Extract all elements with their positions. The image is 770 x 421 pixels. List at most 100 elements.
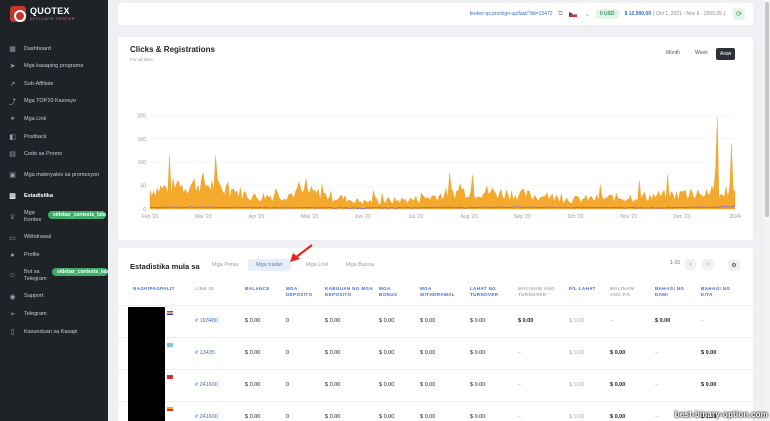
support-icon: ◉	[9, 293, 16, 301]
x-tick-label: Jul '23	[409, 214, 424, 220]
cell-link[interactable]: # 241600	[195, 382, 218, 388]
trend-icon: ⤴	[9, 98, 16, 106]
telegram-icon: ➢	[9, 311, 16, 319]
statistics-card: Estadistika mula sa Mga Petsa Mga trader…	[118, 248, 753, 421]
col-balance: BALANCE	[245, 286, 270, 291]
period-week[interactable]: Week	[691, 48, 712, 58]
x-tick-label: May '23	[301, 214, 319, 220]
sidebar-item-promo-materials[interactable]: ▣ Mga materyales sa promosyon	[0, 163, 108, 187]
sidebar-item-statistics[interactable]: ▥ Estadistika	[0, 187, 108, 205]
y-tick-label: 0	[143, 207, 146, 213]
col-link-id: LINK ID	[195, 286, 215, 291]
cell-balance: $ 0.00	[245, 414, 261, 420]
cell-link[interactable]: # 193480	[195, 318, 218, 324]
send-icon: ➤	[9, 63, 16, 71]
wallet-icon: ▭	[9, 234, 16, 242]
sidebar-item-telegram[interactable]: ➢ Telegram	[0, 306, 108, 324]
cell-clear-turnover: –	[518, 382, 522, 388]
col-turnover: LAHAT NG TURNOVER	[470, 286, 499, 297]
copy-icon[interactable]: ⧉	[559, 11, 563, 18]
pager-prev-icon[interactable]: ‹	[685, 259, 696, 270]
table-row: # 241600 $ 0.00 0 $ 0.00 $ 0.00 $ 0.00 $ 0.00 –…	[118, 369, 753, 401]
cell-link[interactable]: # 241600	[195, 414, 218, 420]
balance-value: $ 12,990.09	[624, 11, 652, 17]
tab-traders[interactable]: Mga trader	[248, 259, 291, 271]
link-icon: ⚭	[9, 116, 16, 124]
sidebar-item-links[interactable]: ⚭ Mga Link	[0, 110, 108, 128]
cell-balance: $ 0.00	[245, 350, 261, 356]
sidebar-item-promo-code[interactable]: ▤ Code sa Promo	[0, 146, 108, 164]
cell-pl: $ 0.00	[569, 414, 585, 420]
y-tick-label: 200	[138, 113, 147, 119]
sidebar-item-telegram-bot[interactable]: ☺ Bot sa Telegram sidebar_contests_lab	[0, 264, 108, 288]
table-row: # 193480 $ 0.00 0 $ 0.00 $ 0.00 $ 0.00 $ 0.00 $…	[118, 305, 753, 337]
scrollbar[interactable]	[764, 0, 770, 421]
sidebar: QUOTEX AFFILIATE CENTER ▦ Dashboard ➤ Mga …	[0, 0, 108, 421]
pager-next-icon[interactable]: ›	[702, 259, 713, 270]
referral-link[interactable]: broker-qx.pro/sign-up/fast/?lid=13472	[470, 11, 553, 17]
cell-share-vol: –	[655, 350, 659, 356]
y-tick-label: 50	[140, 184, 146, 190]
x-tick-label: Nov '23	[620, 214, 637, 220]
cell-pl: $ 0.00	[569, 382, 585, 388]
period-day[interactable]: Araw	[716, 48, 736, 60]
sidebar-item-dashboard[interactable]: ▦ Dashboard	[0, 40, 108, 58]
cell-dep-total: $ 0.00	[325, 350, 341, 356]
scrollbar-thumb[interactable]	[765, 2, 769, 217]
balance-range: ( Oct 1, 2021 - Nov 6 - 2006.05 )	[653, 11, 725, 17]
x-tick-label: Aug '23	[461, 214, 478, 220]
brand-subtitle: AFFILIATE CENTER	[30, 16, 76, 21]
filter-icon[interactable]: ⚙	[728, 259, 740, 271]
cell-bonus: $ 0.00	[379, 350, 395, 356]
cell-turnover: $ 0.00	[470, 382, 486, 388]
chart-title: Clicks & Registrations	[130, 45, 215, 54]
col-pl: P/L LAHAT	[569, 286, 596, 291]
sidebar-item-postback[interactable]: ◧ Postback	[0, 128, 108, 146]
cell-share-vol: –	[655, 414, 659, 420]
trophy-icon: ♕	[9, 213, 16, 221]
flag-icon[interactable]	[568, 11, 577, 17]
sidebar-item-profile[interactable]: ● Profile	[0, 246, 108, 264]
col-withdrawals: MGA WITHDRAWAL	[420, 286, 455, 297]
cell-pl: $ 0.00	[569, 350, 585, 356]
brand-logo[interactable]: QUOTEX AFFILIATE CENTER	[10, 6, 75, 22]
user-icon: ●	[10, 251, 15, 259]
cell-balance: $ 0.00	[245, 318, 261, 324]
tab-countries[interactable]: Mga Bansa	[338, 259, 382, 271]
chevron-down-icon[interactable]: ⌄	[585, 11, 590, 18]
flag-icon	[167, 311, 173, 315]
cell-withdraw: $ 0.00	[420, 414, 436, 420]
col-clear-turnover: MALINAW AND TURNOVER	[518, 286, 555, 297]
sidebar-item-support[interactable]: ◉ Support	[0, 288, 108, 306]
sidebar-item-agreement[interactable]: ▯ Kasunduan sa Kasapi	[0, 323, 108, 341]
cell-clear-turnover: $ 0.00	[518, 318, 534, 324]
redacted-trader-ids	[128, 307, 165, 421]
contests-pill: sidebar_contests_label	[48, 210, 106, 219]
col-deposits: MGA DEPOSITO	[286, 286, 313, 297]
cell-bonus: $ 0.00	[379, 318, 395, 324]
sidebar-item-withdrawal[interactable]: ▭ Withdrawal	[0, 229, 108, 247]
cell-share-vol: –	[655, 382, 659, 388]
usd-badge[interactable]: 0 USD	[595, 9, 619, 19]
period-month[interactable]: Month	[662, 48, 684, 58]
table-row: # 13435 $ 0.00 0 $ 0.00 $ 0.00 $ 0.00 $ 0.00 – $…	[118, 337, 753, 369]
doc-icon: ▯	[10, 328, 15, 336]
sidebar-item-contests[interactable]: ♕ Mga Kontes sidebar_contests_label	[0, 205, 108, 229]
refresh-button[interactable]: ⟳	[733, 8, 745, 20]
cell-withdraw: $ 0.00	[420, 318, 436, 324]
sidebar-item-sub-affiliate[interactable]: ↗ Sub-Affiliate	[0, 75, 108, 93]
cell-link[interactable]: # 13435	[195, 350, 215, 356]
cell-clear-pl: $ 0.00	[610, 414, 626, 420]
flag-icon	[167, 407, 173, 411]
sidebar-item-programs[interactable]: ➤ Mga kasaping programa	[0, 58, 108, 76]
arrow-icon: ↗	[9, 80, 16, 88]
cell-share-vol: $ 0.00	[655, 318, 671, 324]
y-tick-label: 150	[138, 137, 147, 143]
cell-balance: $ 0.00	[245, 382, 261, 388]
sidebar-nav: ▦ Dashboard ➤ Mga kasaping programa ↗ Sub-A…	[0, 40, 108, 341]
chart-subtitle: For all links	[130, 57, 153, 62]
cell-turnover: $ 0.00	[470, 318, 486, 324]
sidebar-item-top10[interactable]: ⤴ Mga TOP10 Kasosyo	[0, 93, 108, 111]
flag-icon	[167, 375, 173, 379]
tab-dates[interactable]: Mga Petsa	[204, 259, 246, 271]
